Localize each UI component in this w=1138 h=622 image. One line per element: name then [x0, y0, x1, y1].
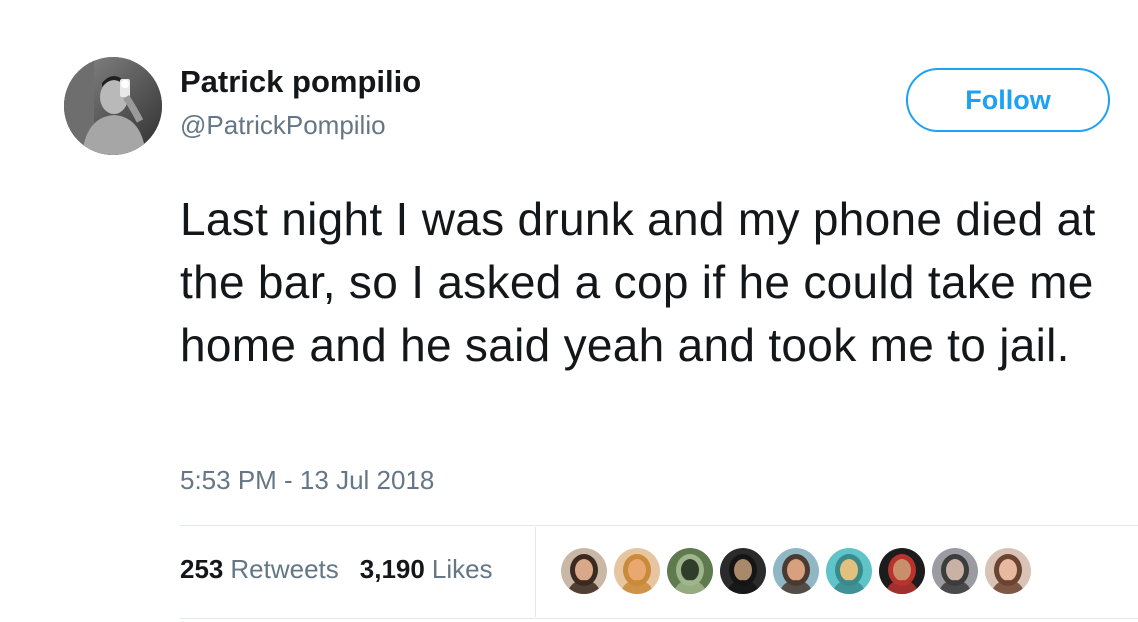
liker-photo-icon — [879, 548, 925, 594]
stats-separator — [535, 527, 536, 617]
liker-photo-icon — [667, 548, 713, 594]
tweet-stats: 253 Retweets 3,190 Likes — [180, 554, 493, 585]
liker-photo-icon — [561, 548, 607, 594]
liker-photo-icon — [985, 548, 1031, 594]
tweet-text: Last night I was drunk and my phone died… — [180, 193, 1096, 371]
liker-avatar[interactable] — [720, 548, 766, 594]
stats-divider-bottom — [180, 618, 1138, 619]
retweets-count: 253 — [180, 554, 224, 584]
liker-avatar[interactable] — [667, 548, 713, 594]
liker-photo-icon — [720, 548, 766, 594]
author-handle[interactable]: @PatrickPompilio — [180, 110, 386, 141]
retweets-label: Retweets — [230, 554, 339, 584]
liker-photo-icon — [932, 548, 978, 594]
liker-photo-icon — [773, 548, 819, 594]
liker-avatar[interactable] — [826, 548, 872, 594]
liker-avatar[interactable] — [773, 548, 819, 594]
liker-avatar[interactable] — [561, 548, 607, 594]
stats-divider-top — [180, 525, 1138, 526]
liker-avatar[interactable] — [985, 548, 1031, 594]
liker-photo-icon — [614, 548, 660, 594]
follow-button[interactable]: Follow — [906, 68, 1110, 132]
liker-avatar[interactable] — [879, 548, 925, 594]
likes-label: Likes — [431, 554, 493, 584]
author-avatar[interactable] — [64, 57, 162, 155]
author-display-name[interactable]: Patrick pompilio — [180, 64, 421, 100]
profile-photo-icon — [64, 57, 162, 155]
liker-avatar[interactable] — [932, 548, 978, 594]
liker-photo-icon — [826, 548, 872, 594]
liker-avatar[interactable] — [614, 548, 660, 594]
retweets-stat[interactable]: 253 Retweets — [180, 554, 339, 585]
likes-stat[interactable]: 3,190 Likes — [360, 554, 493, 585]
tweet-timestamp[interactable]: 5:53 PM - 13 Jul 2018 — [180, 465, 434, 496]
liker-avatars — [561, 548, 1038, 594]
likes-count: 3,190 — [359, 554, 425, 584]
